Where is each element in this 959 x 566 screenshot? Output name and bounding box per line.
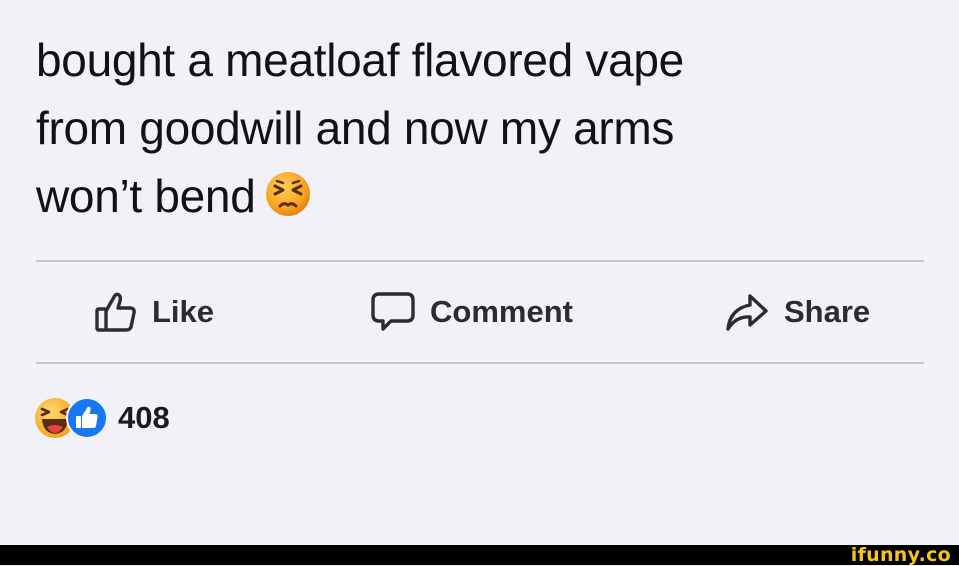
post-text-line-1: bought a meatloaf flavored vape [36,34,684,86]
action-bar: Like Comment Share [36,262,924,362]
post-text-line-3-text: won’t bend [36,170,256,223]
share-arrow-icon [726,294,768,331]
ifunny-watermark: ifunny.co [850,544,951,566]
like-thumb-icon [66,397,108,439]
comment-button[interactable]: Comment [370,286,573,338]
post-text-line-3: won’t bend [36,162,916,230]
share-button[interactable]: Share [724,286,870,338]
like-label: Like [152,294,215,329]
share-label: Share [784,294,871,329]
post-card: bought a meatloaf flavored vape from goo… [0,0,959,545]
like-button[interactable]: Like [94,286,214,338]
comment-label: Comment [430,294,573,329]
post-text: bought a meatloaf flavored vape from goo… [36,26,916,230]
comment-bubble-icon [371,292,415,331]
divider-bottom [36,362,924,364]
persevering-face-emoji-icon [265,172,310,217]
reaction-summary[interactable]: 408 [34,396,170,440]
thumbs-up-icon [95,292,136,332]
watermark-bar [0,545,959,565]
post-text-line-2: from goodwill and now my arms [36,102,675,155]
reaction-count: 408 [118,400,170,435]
